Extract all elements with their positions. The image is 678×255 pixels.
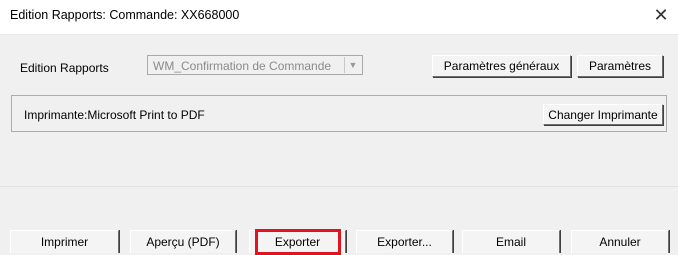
printer-name: Imprimante:Microsoft Print to PDF [24, 108, 205, 122]
general-params-button[interactable]: Paramètres généraux [432, 55, 571, 77]
report-select[interactable]: WM_Confirmation de Commande ▼ [147, 55, 363, 75]
report-label: Edition Rapports [20, 61, 109, 75]
export-more-button[interactable]: Exporter... [356, 230, 453, 253]
print-button[interactable]: Imprimer [10, 230, 119, 253]
preview-pdf-button[interactable]: Aperçu (PDF) [130, 230, 236, 253]
export-button[interactable]: Exporter [249, 230, 346, 253]
divider [0, 186, 678, 187]
title-bar: Edition Rapports: Commande: XX668000 ✕ [0, 0, 678, 35]
change-printer-button[interactable]: Changer Imprimante [543, 104, 663, 125]
email-button[interactable]: Email [462, 230, 560, 253]
close-icon[interactable]: ✕ [650, 4, 672, 26]
report-select-value: WM_Confirmation de Commande [153, 59, 332, 73]
window-title: Edition Rapports: Commande: XX668000 [10, 8, 240, 22]
params-button[interactable]: Paramètres [577, 55, 663, 77]
chevron-down-icon[interactable]: ▼ [344, 57, 361, 73]
cancel-button[interactable]: Annuler [571, 230, 669, 253]
